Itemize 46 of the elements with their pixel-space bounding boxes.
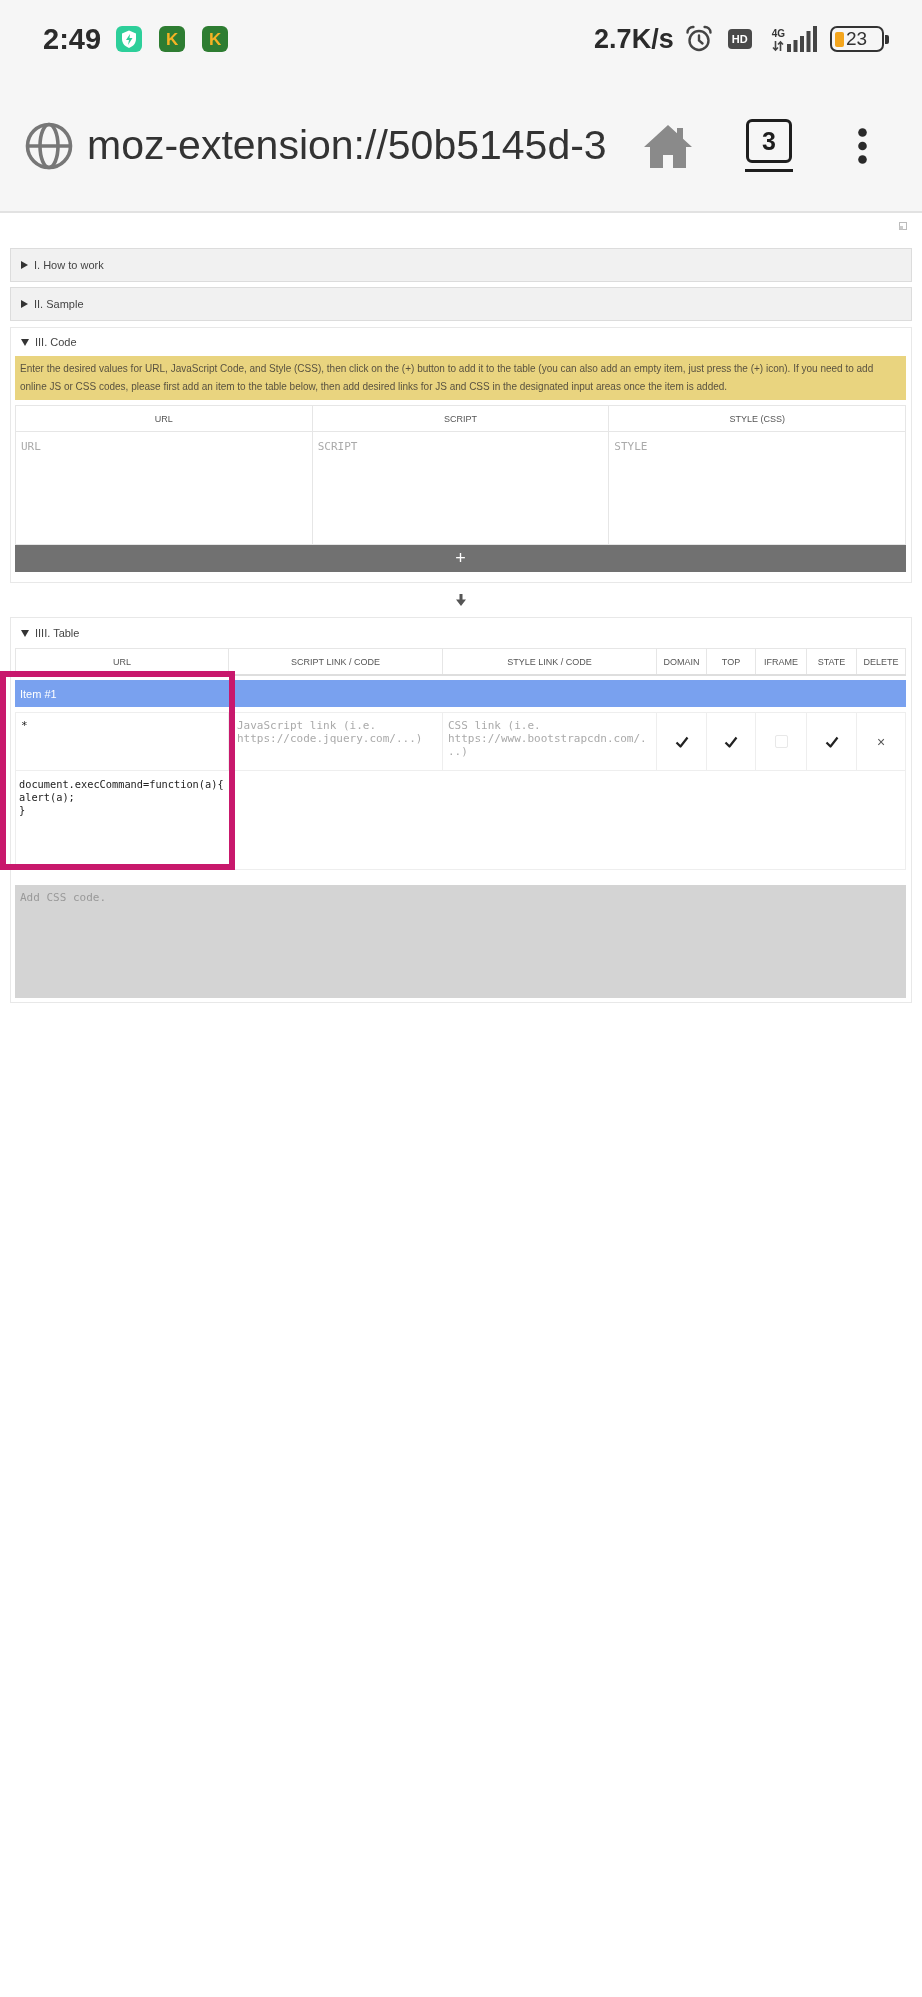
script-link-field[interactable]: JavaScript link (i.e. https://code.jquery.com/...) [229,713,442,770]
checkbox[interactable] [674,734,689,749]
menu-icon[interactable] [858,127,867,164]
column-header: STYLE LINK / CODE [443,649,657,674]
css-code-field[interactable]: Add CSS code. [15,885,906,998]
battery-indicator: 23 [830,26,884,52]
globe-icon[interactable] [25,121,73,170]
caret-down-icon [21,629,29,637]
data-arrows-icon [772,40,785,52]
text-input-field[interactable]: STYLE [609,432,906,545]
checkbox[interactable] [724,734,738,749]
caret-right-icon [21,261,28,269]
down-arrow-icon [456,594,466,606]
shield-icon [116,26,143,52]
caret-right-icon [21,300,28,308]
app-icon: K [202,26,229,52]
section-toggle[interactable]: I. How to work [10,248,912,282]
section-toggle[interactable]: III. Code [15,328,906,356]
info-notice: Enter the desired values for URL, JavaScript Code, and Style (CSS), then click on the (+) button to add it to the table (you can also add an empty item, just press the (+) icon). If you need to add online JS or CSS codes, please first add an item to the table below, then add desired links for JS and CSS in the designated input areas once the item is added. [15,356,906,400]
column-header: DELETE [857,649,906,674]
js-code-field[interactable]: document.execCommand=function(a){ alert(a); } [15,771,906,870]
caret-down-icon [21,338,29,346]
text-input-field[interactable]: SCRIPT [312,432,610,545]
signal-bars-icon [787,26,817,52]
url-field[interactable]: * [16,713,228,770]
column-header: DOMAIN [657,649,707,674]
checkbox[interactable] [824,734,839,749]
column-header: TOP [707,649,756,674]
hd-badge: HD [727,29,752,49]
column-header: SCRIPT LINK / CODE [229,649,443,674]
clock-time: 2:49 [43,22,102,56]
add-button[interactable]: + [15,545,906,572]
delete-button[interactable]: × [874,734,888,749]
text-input-field[interactable]: URL [16,432,313,545]
column-header: STATE [807,649,857,674]
address-field[interactable]: moz-extension://50b5145d-3 [87,122,643,169]
column-header: URL [15,649,229,674]
style-link-field[interactable]: CSS link (i.e. https://www.bootstrapcdn.com/...) [443,713,656,770]
home-icon[interactable] [643,122,693,169]
section-toggle[interactable]: II. Sample [10,287,912,321]
alarm-clock-icon [684,25,713,53]
app-icon: K [159,26,186,52]
network-speed: 2.7K/s [594,23,674,55]
network-type-label: 4G [771,28,785,40]
column-header: IFRAME [756,649,807,674]
section-toggle[interactable]: IIII. Table [15,618,906,648]
